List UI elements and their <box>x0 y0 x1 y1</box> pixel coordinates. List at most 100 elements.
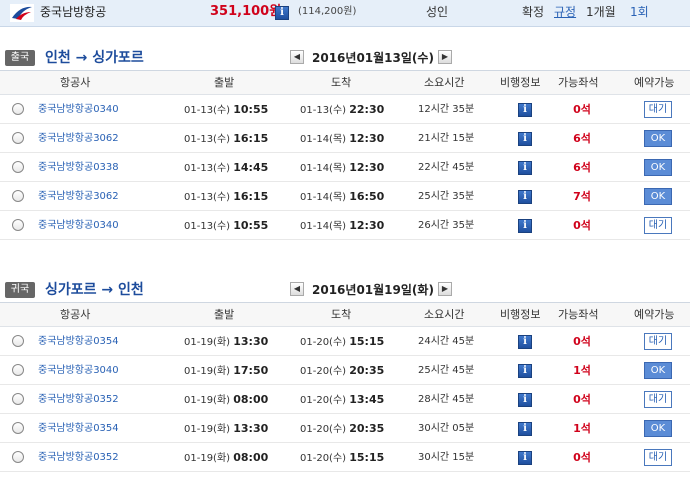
next-date-arrow-icon[interactable]: ▶ <box>438 282 452 296</box>
arrival: 01-20(수) 20:35 <box>300 364 385 377</box>
duration: 24시간 45분 <box>418 336 475 347</box>
next-date-arrow-icon[interactable]: ▶ <box>438 50 452 64</box>
departure: 01-19(화) 13:30 <box>184 422 269 435</box>
table-row[interactable]: 중국남방항공0340 01-13(수) 10:55 01-13(수) 22:30… <box>0 95 690 124</box>
flight-info-button[interactable]: i <box>518 219 532 233</box>
flight-info-button[interactable]: i <box>518 161 532 175</box>
waitlist-button[interactable]: 대기 <box>644 217 672 234</box>
ok-button[interactable]: OK <box>644 130 672 147</box>
arrival: 01-14(목) 12:30 <box>300 132 385 145</box>
table-row[interactable]: 중국남방항공0354 01-19(화) 13:30 01-20(수) 20:35… <box>0 414 690 443</box>
col-flight-info: 비행정보 <box>500 76 541 89</box>
waitlist-button[interactable]: 대기 <box>644 101 672 118</box>
col-flight-info: 비행정보 <box>500 308 541 321</box>
table-row[interactable]: 중국남방항공0338 01-13(수) 14:45 01-14(목) 12:30… <box>0 153 690 182</box>
outbound-route: 인천 → 싱가포르 <box>45 50 144 66</box>
duration: 12시간 35분 <box>418 104 475 115</box>
airline-flight[interactable]: 중국남방항공3040 <box>38 356 119 385</box>
col-departure: 출발 <box>214 308 235 321</box>
table-row[interactable]: 중국남방항공0354 01-19(화) 13:30 01-20(수) 15:15… <box>0 327 690 356</box>
col-arrival: 도착 <box>331 308 352 321</box>
select-radio[interactable] <box>12 451 24 463</box>
col-seats: 가능좌석 <box>558 76 599 89</box>
fare-status: 확정 <box>522 5 545 19</box>
waitlist-button[interactable]: 대기 <box>644 391 672 408</box>
arrival: 01-13(수) 22:30 <box>300 103 385 116</box>
airline-logo-icon <box>10 4 34 22</box>
flight-info-button[interactable]: i <box>518 103 532 117</box>
table-row[interactable]: 중국남방항공0352 01-19(화) 08:00 01-20(수) 15:15… <box>0 443 690 472</box>
duration: 25시간 35분 <box>418 191 475 202</box>
select-radio[interactable] <box>12 422 24 434</box>
ok-button[interactable]: OK <box>644 420 672 437</box>
airline-flight[interactable]: 중국남방항공0354 <box>38 327 119 356</box>
duration: 30시간 05분 <box>418 423 475 434</box>
flight-info-button[interactable]: i <box>518 335 532 349</box>
duration: 21시간 15분 <box>418 133 475 144</box>
airline-flight[interactable]: 중국남방항공0338 <box>38 153 119 182</box>
col-duration: 소요시간 <box>424 76 465 89</box>
flight-info-button[interactable]: i <box>518 451 532 465</box>
flight-info-button[interactable]: i <box>518 364 532 378</box>
flight-info-button[interactable]: i <box>518 132 532 146</box>
duration: 30시간 15분 <box>418 452 475 463</box>
inbound-table-header: 항공사 출발 도착 소요시간 비행정보 가능좌석 예약가능 <box>0 302 690 327</box>
info-icon: i <box>518 451 532 465</box>
ok-button[interactable]: OK <box>644 159 672 176</box>
airline-flight[interactable]: 중국남방항공3062 <box>38 182 119 211</box>
col-booking: 예약가능 <box>634 308 675 321</box>
table-row[interactable]: 중국남방항공0340 01-13(수) 10:55 01-14(목) 12:30… <box>0 211 690 240</box>
airline-flight[interactable]: 중국남방항공3062 <box>38 124 119 153</box>
airline-flight[interactable]: 중국남방항공0340 <box>38 95 119 124</box>
info-icon: i <box>518 161 532 175</box>
select-radio[interactable] <box>12 190 24 202</box>
table-row[interactable]: 중국남방항공0352 01-19(화) 08:00 01-20(수) 13:45… <box>0 385 690 414</box>
prev-date-arrow-icon[interactable]: ◀ <box>290 282 304 296</box>
ok-button[interactable]: OK <box>644 188 672 205</box>
airline-flight[interactable]: 중국남방항공0352 <box>38 443 119 472</box>
info-icon: i <box>518 422 532 436</box>
outbound-header: 출국 인천 → 싱가포르 ◀ 2016년01월13일(수) ▶ <box>0 44 690 70</box>
outbound-badge: 출국 <box>5 50 35 66</box>
departure: 01-13(수) 10:55 <box>184 219 269 232</box>
flight-info-button[interactable]: i <box>518 190 532 204</box>
available-seats: 1석 <box>573 422 591 435</box>
table-row[interactable]: 중국남방항공3062 01-13(수) 16:15 01-14(목) 12:30… <box>0 124 690 153</box>
trip-count: 1회 <box>630 5 649 19</box>
select-radio[interactable] <box>12 219 24 231</box>
col-airline: 항공사 <box>60 76 91 89</box>
select-radio[interactable] <box>12 103 24 115</box>
departure: 01-19(화) 08:00 <box>184 393 269 406</box>
select-radio[interactable] <box>12 161 24 173</box>
fare-rule-link[interactable]: 규정 <box>554 0 576 27</box>
inbound-route: 싱가포르 → 인천 <box>45 282 144 298</box>
select-radio[interactable] <box>12 364 24 376</box>
col-seats: 가능좌석 <box>558 308 599 321</box>
duration: 28시간 45분 <box>418 394 475 405</box>
waitlist-button[interactable]: 대기 <box>644 449 672 466</box>
table-row[interactable]: 중국남방항공3040 01-19(화) 17:50 01-20(수) 20:35… <box>0 356 690 385</box>
arrival: 01-20(수) 20:35 <box>300 422 385 435</box>
arrival: 01-14(목) 12:30 <box>300 219 385 232</box>
select-radio[interactable] <box>12 335 24 347</box>
arrival: 01-14(목) 12:30 <box>300 161 385 174</box>
airline-flight[interactable]: 중국남방항공0340 <box>38 211 119 240</box>
inbound-date: 2016년01월19일(화) <box>312 283 434 297</box>
flight-info-button[interactable]: i <box>518 422 532 436</box>
prev-date-arrow-icon[interactable]: ◀ <box>290 50 304 64</box>
arrival: 01-14(목) 16:50 <box>300 190 385 203</box>
airline-flight[interactable]: 중국남방항공0354 <box>38 414 119 443</box>
available-seats: 6석 <box>573 161 591 174</box>
flight-info-button[interactable]: i <box>518 393 532 407</box>
outbound-date: 2016년01월13일(수) <box>312 51 434 65</box>
airline-flight[interactable]: 중국남방항공0352 <box>38 385 119 414</box>
price-info-button[interactable]: i <box>275 6 289 33</box>
inbound-section: 귀국 싱가포르 → 인천 ◀ 2016년01월19일(화) ▶ 항공사 출발 도… <box>0 276 690 472</box>
ok-button[interactable]: OK <box>644 362 672 379</box>
table-row[interactable]: 중국남방항공3062 01-13(수) 16:15 01-14(목) 16:50… <box>0 182 690 211</box>
waitlist-button[interactable]: 대기 <box>644 333 672 350</box>
select-radio[interactable] <box>12 393 24 405</box>
select-radio[interactable] <box>12 132 24 144</box>
col-booking: 예약가능 <box>634 76 675 89</box>
outbound-section: 출국 인천 → 싱가포르 ◀ 2016년01월13일(수) ▶ 항공사 출발 도… <box>0 44 690 240</box>
